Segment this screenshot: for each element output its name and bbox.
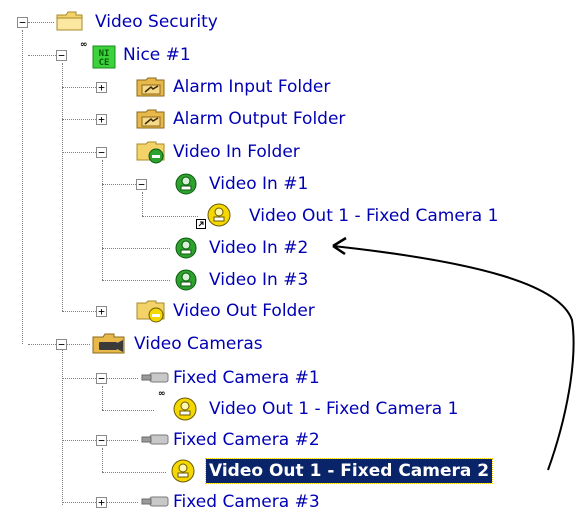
device-tree: − Video Security − ∞ NI CE Nice #1 + Ala… bbox=[0, 0, 581, 515]
annotation-arrow bbox=[332, 236, 575, 471]
